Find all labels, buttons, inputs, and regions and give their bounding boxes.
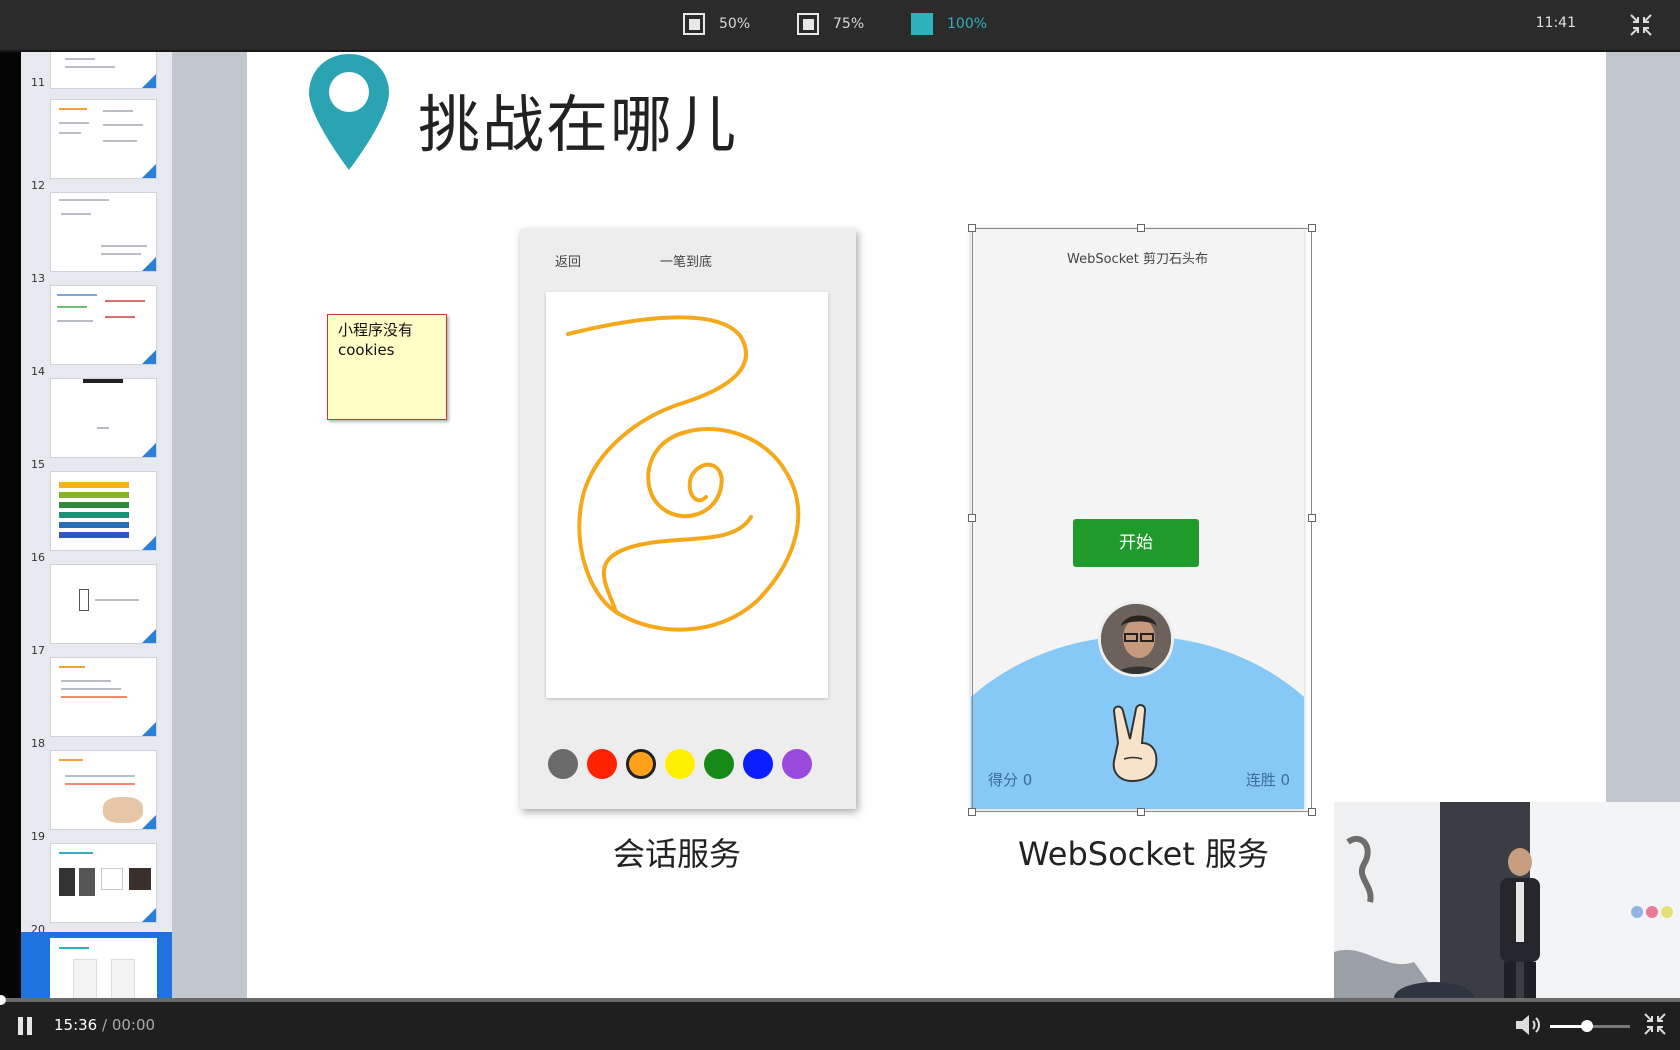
color-swatch[interactable] (587, 749, 617, 779)
time-display: 15:36 / 00:00 (54, 1016, 155, 1034)
zoom-50-icon (683, 13, 705, 35)
speaker-video[interactable] (1334, 802, 1680, 998)
resize-handle[interactable] (1308, 514, 1316, 522)
thumbnail-slide-21[interactable] (21, 932, 172, 998)
thumbnail-number: 14 (31, 365, 45, 378)
color-swatch[interactable] (626, 749, 656, 779)
selection-frame[interactable] (972, 228, 1312, 812)
progress-bar[interactable] (0, 995, 1680, 1005)
resize-handle[interactable] (1137, 224, 1145, 232)
color-swatch[interactable] (782, 749, 812, 779)
time-separator: / (97, 1016, 112, 1034)
zoom-50-label: 50% (719, 16, 751, 32)
thumbnail-card (50, 378, 157, 458)
slide-thumbnail-panel[interactable]: 11 12 13 14 15 16 17 18 19 20 (21, 52, 172, 998)
thumbnail-slide-18[interactable]: 18 (21, 657, 172, 750)
player-controls: 15:36 / 00:00 (0, 995, 1680, 1050)
resize-handle[interactable] (968, 808, 976, 816)
drawing-canvas[interactable] (546, 292, 828, 698)
session-demo-phone: 返回 一笔到底 (520, 229, 856, 809)
presentation-stage: 11 12 13 14 15 16 17 18 19 20 挑战在哪儿 小程序没… (0, 52, 1680, 998)
zoom-75-button[interactable]: 75% (797, 12, 864, 36)
thumbnail-card (50, 657, 157, 737)
resize-handle[interactable] (1308, 224, 1316, 232)
thumbnail-slide-19[interactable]: 19 (21, 750, 172, 843)
session-caption: 会话服务 (613, 835, 742, 873)
spiral-drawing (566, 315, 801, 632)
thumbnail-number: 11 (31, 76, 45, 89)
zoom-75-icon (797, 13, 819, 35)
thumbnail-slide-20[interactable]: 20 (21, 843, 172, 936)
volume-knob[interactable] (1580, 1020, 1593, 1032)
exit-fullscreen-icon[interactable] (1629, 13, 1653, 37)
thumbnail-slide-13[interactable]: 13 (21, 192, 172, 285)
resize-handle[interactable] (968, 224, 976, 232)
volume-slider[interactable] (1550, 1020, 1630, 1032)
thumbnail-slide-12[interactable]: 12 (21, 99, 172, 192)
thumbnail-card (50, 750, 157, 830)
resize-handle[interactable] (968, 514, 976, 522)
zoom-100-label: 100% (947, 16, 988, 32)
phone-title: 一笔到底 (660, 255, 713, 270)
thumbnail-card (50, 192, 157, 272)
color-swatch[interactable] (665, 749, 695, 779)
map-pin-icon (309, 54, 389, 170)
left-edge (0, 52, 21, 998)
thumbnail-card (50, 843, 157, 923)
thumbnail-slide-17[interactable]: 17 (21, 564, 172, 657)
zoom-100-button[interactable]: 100% (911, 12, 987, 36)
exit-fullscreen-icon[interactable] (1643, 1012, 1667, 1036)
color-swatch[interactable] (704, 749, 734, 779)
thumbnail-number: 17 (31, 644, 45, 657)
thumbnail-card (50, 99, 157, 179)
thumbnail-slide-16[interactable]: 16 (21, 471, 172, 564)
duration: 00:00 (111, 1016, 156, 1034)
thumbnail-slide-15[interactable]: 15 (21, 378, 172, 471)
thumbnail-number: 18 (31, 737, 45, 750)
zoom-75-label: 75% (833, 16, 865, 32)
sticky-note[interactable]: 小程序没有cookies (327, 314, 447, 420)
resize-handle[interactable] (1137, 808, 1145, 816)
color-swatch[interactable] (743, 749, 773, 779)
color-swatch[interactable] (548, 749, 578, 779)
pause-icon[interactable] (18, 1017, 36, 1035)
zoom-50-button[interactable]: 50% (683, 12, 750, 36)
volume-icon[interactable] (1514, 1013, 1542, 1037)
websocket-caption: WebSocket 服务 (1018, 835, 1270, 873)
thumbnail-number: 13 (31, 272, 45, 285)
top-toolbar: 50% 75% 100% 11:41 (0, 0, 1680, 51)
clock: 11:41 (1535, 15, 1576, 31)
back-link[interactable]: 返回 (555, 251, 581, 270)
zoom-100-icon (911, 13, 933, 35)
color-palette (548, 749, 821, 779)
thumbnail-slide-14[interactable]: 14 (21, 285, 172, 378)
thumbnail-card (50, 938, 157, 998)
thumbnail-number: 19 (31, 830, 45, 843)
resize-handle[interactable] (1308, 808, 1316, 816)
thumbnail-card (50, 471, 157, 551)
current-time: 15:36 (54, 1016, 98, 1034)
thumbnail-card (50, 52, 157, 89)
progress-knob[interactable] (0, 995, 6, 1005)
thumbnail-number: 12 (31, 179, 45, 192)
thumbnail-number: 15 (31, 458, 45, 471)
thumbnail-card (50, 564, 157, 644)
slide-title: 挑战在哪儿 (418, 88, 739, 161)
thumbnail-number: 16 (31, 551, 45, 564)
thumbnail-card (50, 285, 157, 365)
